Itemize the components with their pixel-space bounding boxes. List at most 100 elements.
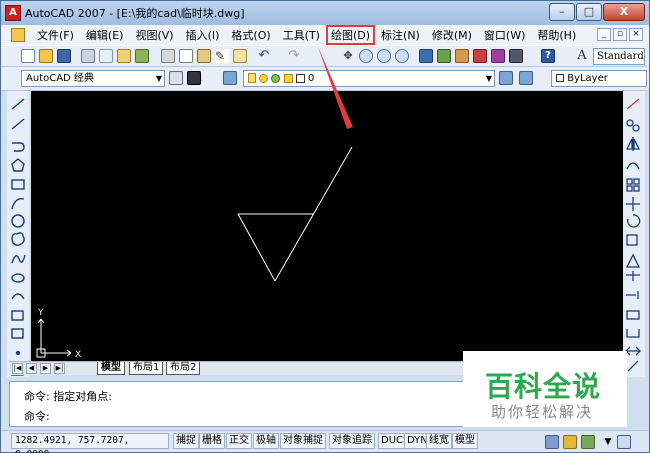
menu-modify[interactable]: 修改(M) bbox=[426, 27, 478, 43]
color-select[interactable]: ByLayer bbox=[551, 70, 647, 87]
draw-toolbar bbox=[7, 91, 29, 377]
menu-edit[interactable]: 编辑(E) bbox=[80, 27, 130, 43]
window-title: AutoCAD 2007 - [E:\我的cad\临时块.dwg] bbox=[25, 7, 245, 20]
menu-format[interactable]: 格式(O) bbox=[225, 27, 276, 43]
paste-icon[interactable] bbox=[197, 49, 211, 63]
properties-icon[interactable] bbox=[419, 49, 433, 63]
chamfer-icon bbox=[626, 329, 640, 338]
redo-icon[interactable]: ↷ bbox=[287, 49, 301, 63]
menu-bar: 文件(F) 编辑(E) 视图(V) 插入(I) 格式(O) 工具(T) 绘图(D… bbox=[1, 25, 649, 45]
model-toggle[interactable]: 模型 bbox=[452, 433, 478, 449]
print-icon[interactable] bbox=[81, 49, 95, 63]
cut-icon[interactable] bbox=[161, 49, 175, 63]
otrack-toggle[interactable]: 对象追踪 bbox=[329, 433, 375, 449]
color-value: ByLayer bbox=[567, 73, 608, 84]
menu-draw[interactable]: 绘图(D) bbox=[325, 25, 376, 45]
tab-model[interactable]: 模型 bbox=[97, 362, 125, 375]
document-icon[interactable] bbox=[11, 28, 25, 42]
tab-layout2[interactable]: 布局2 bbox=[166, 362, 201, 375]
first-tab-button[interactable]: |◀ bbox=[12, 363, 23, 374]
open-folder-icon[interactable] bbox=[39, 49, 53, 63]
drawing-canvas[interactable]: Y X bbox=[31, 91, 623, 361]
match-properties-icon[interactable]: ✎ bbox=[215, 49, 229, 63]
ucs-x-label: X bbox=[75, 350, 81, 360]
rectangle-icon bbox=[11, 179, 25, 190]
layer-properties-icon[interactable] bbox=[223, 71, 237, 85]
menu-view[interactable]: 视图(V) bbox=[129, 27, 179, 43]
text-style-select[interactable]: Standard bbox=[593, 48, 645, 65]
lock-icon bbox=[283, 73, 293, 83]
command-history-line: 命令: 指定对角点: bbox=[24, 390, 112, 403]
lineweight-toggle[interactable]: 线宽 bbox=[426, 433, 452, 449]
clean-screen-icon[interactable] bbox=[617, 435, 631, 449]
prev-tab-button[interactable]: ◀ bbox=[26, 363, 37, 374]
pan-icon[interactable]: ✥ bbox=[341, 49, 355, 63]
undo-icon[interactable]: ↶ bbox=[257, 49, 271, 63]
menu-help[interactable]: 帮助(H) bbox=[531, 27, 582, 43]
doc-minimize-button[interactable]: _ bbox=[597, 28, 611, 41]
menu-file[interactable]: 文件(F) bbox=[31, 27, 80, 43]
offset-icon bbox=[626, 162, 640, 170]
osnap-toggle[interactable]: 对象捕捉 bbox=[280, 433, 326, 449]
save-icon[interactable] bbox=[57, 49, 71, 63]
doc-close-button[interactable]: × bbox=[629, 28, 643, 41]
sheet-set-icon[interactable] bbox=[473, 49, 487, 63]
command-prompt[interactable]: 命令: bbox=[24, 408, 50, 424]
print-preview-icon[interactable] bbox=[99, 49, 113, 63]
layer-select[interactable]: 0 ▼ bbox=[243, 70, 495, 87]
copy-icon[interactable] bbox=[179, 49, 193, 63]
break-at-point-icon bbox=[626, 310, 640, 320]
grid-toggle[interactable]: 栅格 bbox=[199, 433, 225, 449]
ucs-icon bbox=[36, 318, 72, 358]
revision-cloud-icon bbox=[11, 232, 25, 246]
zoom-window-icon[interactable] bbox=[377, 49, 391, 63]
maximize-button[interactable]: □ bbox=[576, 3, 602, 21]
next-tab-button[interactable]: ▶ bbox=[40, 363, 51, 374]
tab-layout1[interactable]: 布局1 bbox=[129, 362, 164, 375]
menu-tools[interactable]: 工具(T) bbox=[277, 27, 326, 43]
status-menu-chevron-icon[interactable]: ▼ bbox=[601, 435, 615, 449]
help-icon[interactable]: ? bbox=[541, 49, 555, 63]
mirror-icon bbox=[625, 137, 641, 151]
standard-toolbar: ✎ ↶ ↷ ✥ ? A Standard bbox=[1, 45, 649, 67]
menu-window[interactable]: 窗口(W) bbox=[478, 27, 531, 43]
tool-palettes-icon[interactable] bbox=[455, 49, 469, 63]
markup-icon[interactable] bbox=[491, 49, 505, 63]
block-editor-icon[interactable] bbox=[233, 49, 247, 63]
make-object-layer-current-icon[interactable] bbox=[499, 71, 513, 85]
polyline-icon bbox=[12, 142, 25, 152]
3d-dwf-icon[interactable] bbox=[135, 49, 149, 63]
doc-restore-button[interactable]: ▫ bbox=[613, 28, 627, 41]
drawing-area[interactable]: Y X bbox=[31, 91, 623, 361]
new-file-icon[interactable] bbox=[21, 49, 35, 63]
close-button[interactable]: X bbox=[603, 3, 645, 21]
copy-object-icon bbox=[626, 119, 634, 127]
layer-previous-icon[interactable] bbox=[519, 71, 533, 85]
zoom-realtime-icon[interactable] bbox=[359, 49, 373, 63]
workspace-settings-icon[interactable] bbox=[169, 71, 183, 85]
coordinate-display[interactable]: 1282.4921, 757.7207, 0.0000 bbox=[11, 433, 169, 453]
ellipse-arc-icon bbox=[11, 293, 25, 300]
snap-toggle[interactable]: 捕捉 bbox=[173, 433, 199, 449]
tray-settings-icon[interactable] bbox=[581, 435, 595, 449]
text-style-icon[interactable]: A bbox=[575, 49, 589, 63]
toolbar-lock-icon[interactable] bbox=[563, 435, 577, 449]
communication-center-icon[interactable] bbox=[545, 435, 559, 449]
menu-insert[interactable]: 插入(I) bbox=[180, 27, 226, 43]
design-center-icon[interactable] bbox=[437, 49, 451, 63]
autocad-window: A AutoCAD 2007 - [E:\我的cad\临时块.dwg] – □ … bbox=[0, 0, 650, 453]
publish-icon[interactable] bbox=[117, 49, 131, 63]
menu-dimension[interactable]: 标注(N) bbox=[375, 27, 426, 43]
calculator-icon[interactable] bbox=[509, 49, 523, 63]
ellipse-icon bbox=[11, 273, 25, 283]
zoom-previous-icon[interactable] bbox=[395, 49, 409, 63]
minimize-button[interactable]: – bbox=[549, 3, 575, 21]
draw-toolbar-icons bbox=[11, 98, 26, 376]
last-tab-button[interactable]: ▶| bbox=[54, 363, 65, 374]
workspace-select[interactable]: AutoCAD 经典 ▼ bbox=[21, 70, 165, 87]
array-icon bbox=[626, 178, 633, 185]
polar-toggle[interactable]: 极轴 bbox=[253, 433, 279, 449]
save-workspace-icon[interactable] bbox=[187, 71, 201, 85]
ortho-toggle[interactable]: 正交 bbox=[226, 433, 252, 449]
join-icon bbox=[625, 346, 641, 356]
